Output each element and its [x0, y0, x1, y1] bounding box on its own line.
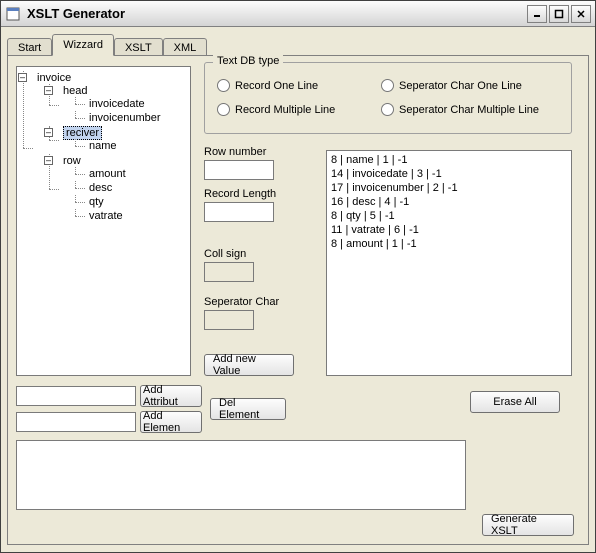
list-item[interactable]: 8 | amount | 1 | -1	[331, 237, 567, 251]
record-length-input[interactable]	[204, 202, 274, 222]
add-new-value-button[interactable]: Add new Value	[204, 354, 294, 376]
row-number-input[interactable]	[204, 160, 274, 180]
xml-tree[interactable]: – invoice – head invoicedate invoicenumb…	[16, 66, 191, 376]
radio-input[interactable]	[217, 103, 230, 116]
close-button[interactable]	[571, 5, 591, 23]
radio-label: Record Multiple Line	[235, 104, 335, 116]
client-area: Start Wizzard XSLT XML – invoice – head	[1, 27, 595, 552]
minimize-button[interactable]	[527, 5, 547, 23]
generate-xslt-button[interactable]: Generate XSLT	[482, 514, 574, 536]
record-length-label: Record Length	[204, 188, 276, 200]
del-element-button[interactable]: Del Element	[210, 398, 286, 420]
tree-node[interactable]: amount	[89, 168, 126, 180]
tree-node[interactable]: name	[89, 140, 117, 152]
radio-label: Seperator Char Multiple Line	[399, 104, 539, 116]
tree-node-selected[interactable]: reciver	[63, 126, 102, 140]
radio-sep-multi-line[interactable]: Seperator Char Multiple Line	[381, 103, 539, 116]
text-db-type-group: Text DB type Record One Line Seperator C…	[204, 62, 572, 134]
element-name-input[interactable]	[16, 412, 136, 432]
app-window: XSLT Generator Start Wizzard XSLT XML – …	[0, 0, 596, 553]
radio-input[interactable]	[381, 79, 394, 92]
tree-node[interactable]: qty	[89, 196, 104, 208]
app-icon	[5, 6, 21, 22]
tabstrip: Start Wizzard XSLT XML	[7, 33, 589, 55]
add-element-button[interactable]: Add Elemen	[140, 411, 202, 433]
list-item[interactable]: 14 | invoicedate | 3 | -1	[331, 167, 567, 181]
tab-wizzard[interactable]: Wizzard	[52, 34, 114, 56]
radio-record-one-line[interactable]: Record One Line	[217, 79, 318, 92]
tree-node[interactable]: head	[63, 85, 87, 97]
list-item[interactable]: 8 | qty | 5 | -1	[331, 209, 567, 223]
tree-toggle-icon[interactable]: –	[44, 86, 53, 95]
maximize-button[interactable]	[549, 5, 569, 23]
radio-label: Seperator Char One Line	[399, 80, 522, 92]
tree-toggle-icon[interactable]: –	[44, 156, 53, 165]
tree-node[interactable]: row	[63, 155, 81, 167]
radio-sep-one-line[interactable]: Seperator Char One Line	[381, 79, 522, 92]
row-number-label: Row number	[204, 146, 266, 158]
tab-panel-wizzard: – invoice – head invoicedate invoicenumb…	[7, 55, 589, 545]
list-item[interactable]: 16 | desc | 4 | -1	[331, 195, 567, 209]
radio-input[interactable]	[381, 103, 394, 116]
radio-record-multi-line[interactable]: Record Multiple Line	[217, 103, 335, 116]
tree-toggle-icon[interactable]: –	[18, 73, 27, 82]
tree-node[interactable]: invoicedate	[89, 98, 145, 110]
radio-input[interactable]	[217, 79, 230, 92]
list-item[interactable]: 8 | name | 1 | -1	[331, 153, 567, 167]
group-legend: Text DB type	[213, 55, 283, 67]
coll-sign-input	[204, 262, 254, 282]
window-title: XSLT Generator	[27, 6, 527, 21]
attribute-name-input[interactable]	[16, 386, 136, 406]
tree-node[interactable]: desc	[89, 182, 112, 194]
list-item[interactable]: 11 | vatrate | 6 | -1	[331, 223, 567, 237]
tree-node[interactable]: vatrate	[89, 210, 123, 222]
values-listbox[interactable]: 8 | name | 1 | -1 14 | invoicedate | 3 |…	[326, 150, 572, 376]
add-attribute-button[interactable]: Add Attribut	[140, 385, 202, 407]
tree-node[interactable]: invoice	[37, 72, 71, 84]
seperator-char-label: Seperator Char	[204, 296, 279, 308]
list-item[interactable]: 17 | invoicenumber | 2 | -1	[331, 181, 567, 195]
tree-node[interactable]: invoicenumber	[89, 112, 161, 124]
erase-all-button[interactable]: Erase All	[470, 391, 560, 413]
seperator-char-input	[204, 310, 254, 330]
tree-toggle-icon[interactable]: –	[44, 128, 53, 137]
coll-sign-label: Coll sign	[204, 248, 246, 260]
radio-label: Record One Line	[235, 80, 318, 92]
output-textarea[interactable]	[16, 440, 466, 510]
titlebar: XSLT Generator	[1, 1, 595, 27]
